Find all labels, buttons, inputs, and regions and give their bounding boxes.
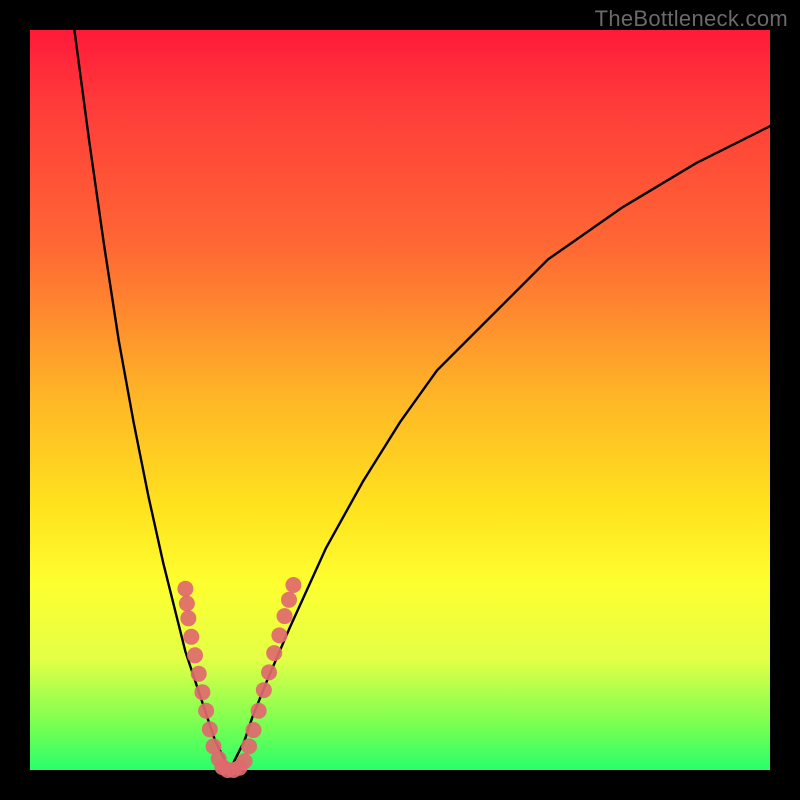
curve-left-branch [74,30,229,770]
data-marker [285,577,301,593]
data-marker [180,610,196,626]
curve-right-branch [230,126,770,770]
marker-group [177,577,301,778]
data-marker [251,703,267,719]
data-marker [198,703,214,719]
data-marker [271,627,287,643]
data-marker [261,664,277,680]
data-marker [177,581,193,597]
data-marker [179,596,195,612]
data-marker [183,629,199,645]
watermark-text: TheBottleneck.com [595,6,788,32]
chart-frame: TheBottleneck.com [0,0,800,800]
data-marker [241,738,257,754]
data-marker [194,684,210,700]
data-marker [191,666,207,682]
data-marker [256,682,272,698]
chart-svg [30,30,770,770]
plot-area [30,30,770,770]
data-marker [281,592,297,608]
data-marker [237,753,253,769]
data-marker [266,645,282,661]
data-marker [202,721,218,737]
data-marker [187,647,203,663]
data-marker [245,722,261,738]
data-marker [277,608,293,624]
